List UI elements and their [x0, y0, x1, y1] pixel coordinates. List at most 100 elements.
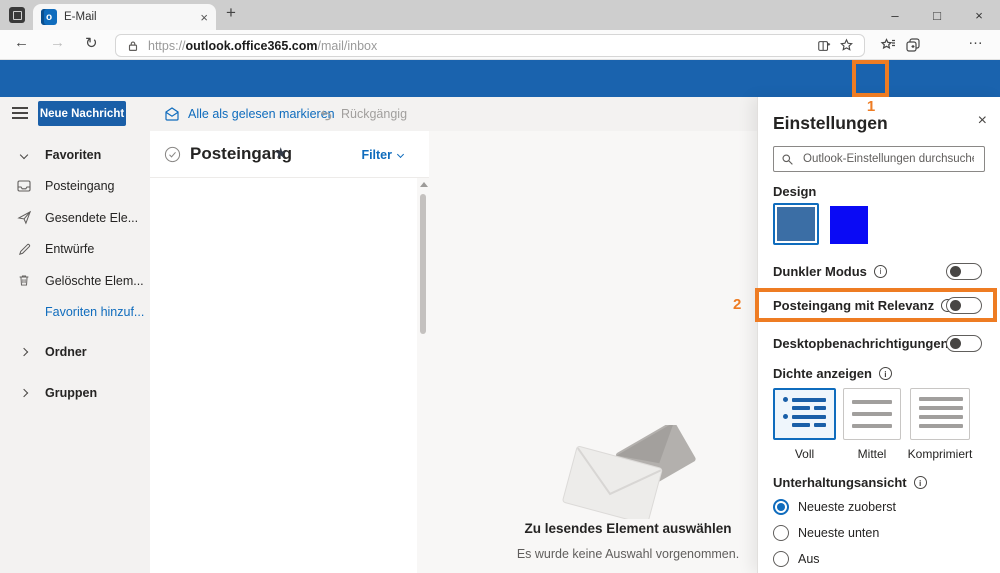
radio-label: Aus [798, 552, 820, 566]
maximize-button[interactable]: □ [916, 8, 958, 23]
folder-nav: Favoriten Posteingang Gesendete Ele... [0, 139, 150, 409]
message-list-pane: Posteingang ★ Filter [150, 131, 429, 573]
trash-icon [16, 273, 32, 288]
filter-label: Filter [361, 148, 392, 162]
back-icon[interactable]: ← [14, 34, 29, 51]
sidebar-item-gesendete[interactable]: Gesendete Ele... [0, 202, 150, 234]
sidebar-item-label: Favoriten hinzuf... [45, 305, 144, 319]
inbox-icon [16, 178, 32, 194]
empty-state-title: Zu lesendes Element auswählen [478, 521, 778, 536]
info-icon[interactable]: i [914, 476, 927, 489]
screen: o E-Mail × + – □ × ← → ↻ https://outlook… [0, 0, 1000, 573]
sidebar-item-posteingang[interactable]: Posteingang [0, 171, 150, 203]
info-icon[interactable]: i [879, 367, 892, 380]
empty-state-subtitle: Es wurde keine Auswahl vorgenommen. [478, 547, 778, 561]
mark-all-read-label: Alle als gelesen markieren [188, 107, 335, 121]
sent-icon [16, 210, 32, 225]
annotation-number-1: 1 [862, 98, 880, 115]
sidebar-item-entwuerfe[interactable]: Entwürfe [0, 234, 150, 266]
annotation-box-1 [852, 60, 889, 97]
radio-icon[interactable] [773, 551, 789, 567]
minimize-button[interactable]: – [874, 8, 916, 23]
browser-tab[interactable]: o E-Mail × [33, 4, 216, 30]
select-all-checkbox[interactable] [164, 146, 181, 163]
sidebar-item-geloeschte[interactable]: Gelöschte Elem... [0, 265, 150, 297]
hamburger-menu-icon[interactable] [12, 107, 28, 119]
sidebar-item-label: Favoriten [45, 148, 101, 162]
filter-dropdown[interactable]: Filter [361, 148, 403, 162]
undo-icon [318, 107, 333, 122]
chevron-right-icon [16, 349, 32, 355]
favorite-star-icon[interactable]: ★ [274, 144, 287, 162]
theme-swatch-selected[interactable] [773, 203, 819, 245]
tab-close-icon[interactable]: × [200, 10, 208, 25]
sidebar-item-label: Entwürfe [45, 242, 94, 256]
app-header: IDNT® Integrated Digital Network Technol… [0, 60, 1000, 97]
browser-menu-icon[interactable]: … [968, 31, 984, 48]
sidebar-item-favoriten-hinzufuegen[interactable]: Favoriten hinzuf... [0, 297, 150, 329]
sidebar-item-ordner[interactable]: Ordner [0, 336, 150, 368]
sidebar-item-favoriten[interactable]: Favoriten [0, 139, 150, 171]
density-option-label: Komprimiert [898, 447, 982, 461]
sidebar-item-label: Gruppen [45, 386, 97, 400]
desktop-notifications-label: Desktopbenachrichtigungen [773, 336, 949, 351]
left-sidebar: Neue Nachricht Favoriten Posteingang [0, 97, 150, 573]
conversation-view-label-text: Unterhaltungsansicht [773, 475, 907, 490]
refresh-icon[interactable]: ↻ [85, 34, 98, 52]
conversation-option-off[interactable]: Aus [773, 550, 820, 568]
chevron-down-icon [397, 150, 404, 157]
dark-mode-row: Dunkler Modus i [773, 261, 985, 281]
split-screen-icon[interactable] [817, 39, 831, 53]
browser-titlebar: o E-Mail × + – □ × [0, 0, 1000, 30]
dark-mode-label: Dunkler Modus [773, 264, 867, 279]
scroll-up-arrow[interactable] [420, 182, 428, 187]
workspace-icon[interactable] [9, 7, 25, 23]
mark-all-read-button[interactable]: Alle als gelesen markieren [164, 97, 335, 131]
collections-star-icon[interactable] [880, 37, 896, 53]
scrollbar-thumb[interactable] [420, 194, 426, 334]
conversation-option-newest-bottom[interactable]: Neueste unten [773, 524, 879, 542]
tab-title: E-Mail [64, 11, 193, 23]
tab-groups-icon[interactable] [905, 37, 921, 53]
radio-label: Neueste zuoberst [798, 500, 896, 514]
search-icon [781, 153, 794, 166]
sidebar-item-label: Gesendete Ele... [45, 211, 138, 225]
close-button[interactable]: × [958, 8, 1000, 23]
undo-label: Rückgängig [341, 107, 407, 121]
sidebar-item-gruppen[interactable]: Gruppen [0, 378, 150, 410]
design-label: Design [773, 184, 816, 199]
new-message-button[interactable]: Neue Nachricht [38, 101, 126, 126]
settings-search-input[interactable] [801, 152, 976, 166]
lock-icon [126, 39, 140, 53]
info-icon[interactable]: i [874, 265, 887, 278]
forward-icon[interactable]: → [50, 34, 65, 51]
annotation-number-2: 2 [733, 296, 741, 313]
url-field[interactable]: https://outlook.office365.com/mail/inbox [115, 34, 865, 57]
density-voll-tile[interactable] [773, 388, 836, 440]
radio-icon[interactable] [773, 525, 789, 541]
density-mittel-tile[interactable] [843, 388, 901, 440]
new-tab-button[interactable]: + [226, 3, 236, 23]
message-list-header: Posteingang ★ Filter [150, 131, 429, 178]
chevron-right-icon [16, 390, 32, 396]
outlook-favicon-icon: o [41, 9, 57, 25]
settings-close-icon[interactable]: × [978, 112, 987, 130]
radio-selected-icon[interactable] [773, 499, 789, 515]
dark-mode-toggle[interactable] [946, 263, 982, 280]
density-komprimiert-tile[interactable] [910, 388, 970, 440]
undo-button[interactable]: Rückgängig [318, 97, 407, 131]
address-bar: ← → ↻ https://outlook.office365.com/mail… [0, 30, 1000, 60]
favorite-star-gear-icon[interactable] [839, 38, 854, 53]
chevron-down-icon [16, 152, 32, 158]
density-label-text: Dichte anzeigen [773, 366, 872, 381]
settings-title: Einstellungen [773, 113, 888, 134]
desktop-notifications-toggle[interactable] [946, 335, 982, 352]
conversation-view-label: Unterhaltungsansicht i [773, 475, 927, 490]
annotation-box-2 [755, 288, 997, 322]
settings-search-box[interactable] [773, 146, 985, 172]
density-option-label: Voll [773, 447, 836, 461]
conversation-option-newest-top[interactable]: Neueste zuoberst [773, 498, 896, 516]
theme-swatch-blue[interactable] [830, 206, 868, 244]
density-label: Dichte anzeigen i [773, 366, 892, 381]
list-scrollbar[interactable] [417, 178, 429, 573]
